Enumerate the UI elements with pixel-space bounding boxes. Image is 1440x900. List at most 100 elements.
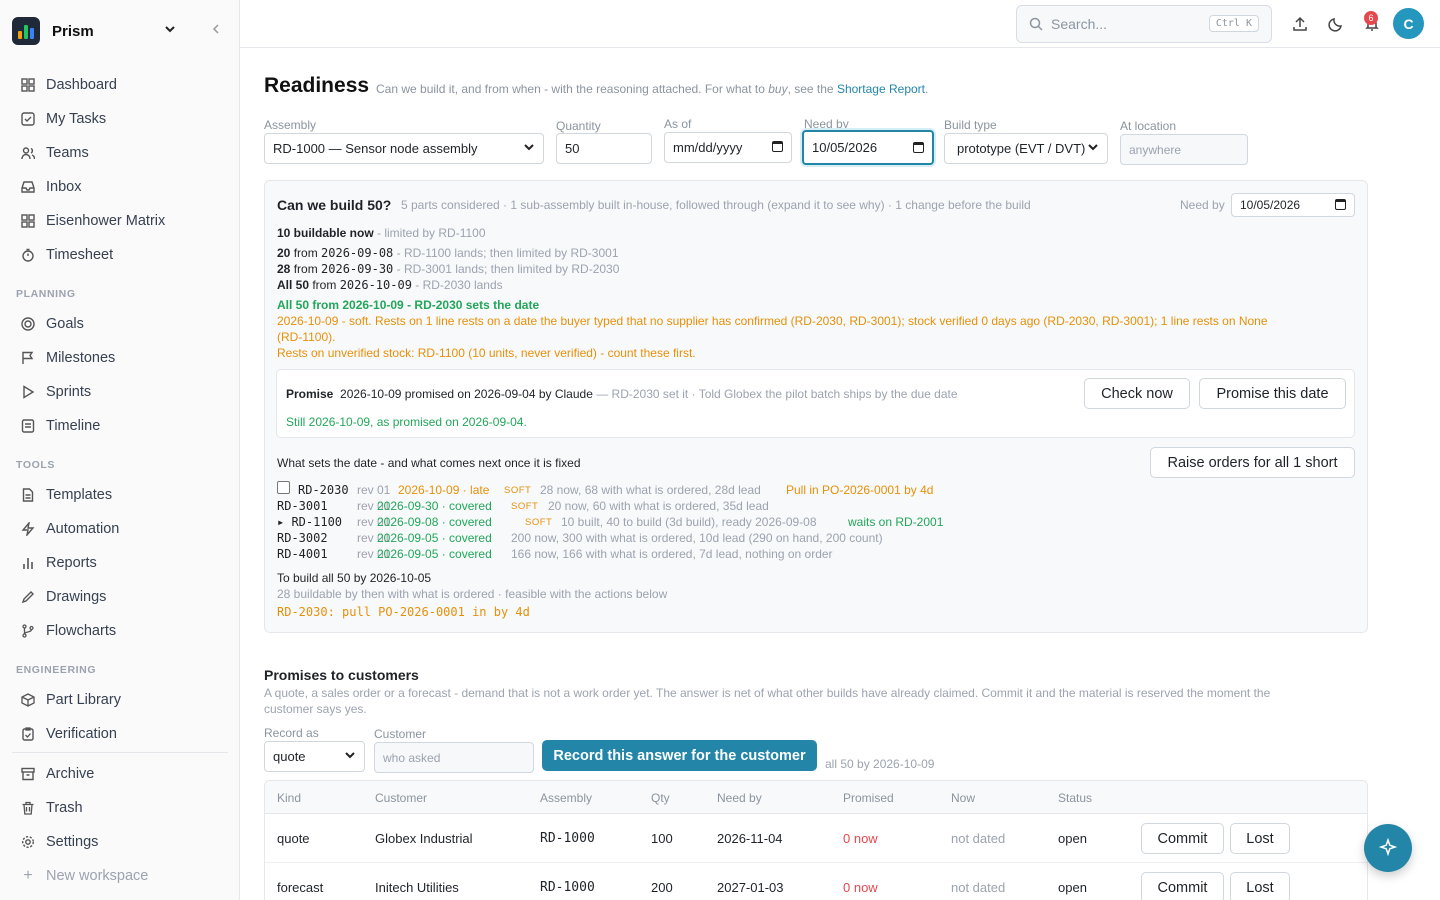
sparkle-assistant-button[interactable] — [1364, 824, 1412, 872]
record-as-select[interactable]: quote — [264, 741, 365, 772]
part-detail: 28 now, 68 with what is ordered, 28d lea… — [540, 483, 761, 497]
lost-button[interactable]: Lost — [1230, 872, 1290, 900]
part-number[interactable]: ▸ RD-1100 — [277, 515, 342, 529]
column-header: Kind — [277, 791, 302, 805]
build-step: 28 from 2026-09-30 - RD-3001 lands; then… — [277, 262, 620, 276]
column-header: Customer — [375, 791, 428, 805]
git-branch-icon — [20, 623, 36, 639]
soft-warning-cont: (RD-1100). — [277, 330, 336, 344]
workspace-switcher[interactable]: Prism — [12, 16, 228, 46]
part-detail: 20 now, 60 with what is ordered, 35d lea… — [548, 499, 769, 513]
raise-orders-button[interactable]: Raise orders for all 1 short — [1150, 447, 1355, 478]
sidebar-item-timeline[interactable]: Timeline — [12, 411, 228, 441]
assembly-select[interactable]: RD-1000 — Sensor node assembly — [264, 133, 544, 164]
plus-icon: + — [23, 867, 33, 884]
package-icon — [20, 692, 36, 708]
sidebar-item-inbox[interactable]: Inbox — [12, 172, 228, 202]
part-rev: rev 01 — [357, 483, 391, 497]
table-cell: RD-1000 — [540, 831, 595, 846]
table-cell: 0 now — [843, 831, 878, 846]
record-as-label: Record as — [264, 726, 319, 740]
commit-button[interactable]: Commit — [1141, 823, 1224, 854]
part-action: waits on RD-2001 — [848, 515, 944, 529]
sidebar-item-drawings[interactable]: Drawings — [12, 582, 228, 612]
location-input[interactable]: anywhere — [1120, 134, 1248, 165]
table-header: Kind Customer Assembly Qty Need by Promised No… — [265, 781, 1367, 814]
sidebar-item-label: Part Library — [46, 692, 121, 708]
sidebar-item-label: Templates — [46, 487, 113, 503]
sidebar-item-part-library[interactable]: Part Library — [12, 685, 228, 715]
part-number[interactable]: RD-2030 — [298, 483, 349, 497]
sidebar-item-templates[interactable]: Templates — [12, 480, 228, 510]
shortage-report-link[interactable]: Shortage Report — [837, 82, 925, 96]
moon-icon[interactable] — [1326, 14, 1346, 34]
upload-icon[interactable] — [1290, 14, 1310, 34]
check-square-icon — [20, 111, 36, 127]
part-checkbox[interactable] — [277, 481, 290, 494]
sidebar-item-timesheet[interactable]: Timesheet — [12, 240, 228, 270]
sidebar-item-flowcharts[interactable]: Flowcharts — [12, 616, 228, 646]
record-answer-button[interactable]: Record this answer for the customer — [542, 740, 817, 771]
sidebar-item-eisenhower-matrix[interactable]: Eisenhower Matrix — [12, 206, 228, 236]
promise-date-button[interactable]: Promise this date — [1199, 378, 1346, 409]
collapse-sidebar-icon[interactable] — [210, 22, 222, 38]
sidebar-item-my-tasks[interactable]: My Tasks — [12, 104, 228, 134]
part-date: 2026-10-09 · late — [398, 483, 490, 497]
calendar-icon — [772, 141, 783, 152]
sidebar-item-reports[interactable]: Reports — [12, 548, 228, 578]
search-icon — [1029, 17, 1043, 31]
unverified-warning: Rests on unverified stock: RD-1100 (10 u… — [277, 346, 696, 360]
table-cell: RD-1000 — [540, 880, 595, 895]
part-number[interactable]: RD-4001 — [277, 547, 328, 561]
sidebar-item-label: Flowcharts — [46, 623, 117, 639]
sidebar-item-trash[interactable]: Trash — [12, 793, 228, 823]
table-row: quote Globex Industrial RD-1000 100 2026-11-… — [265, 814, 1367, 863]
sidebar-item-verification[interactable]: Verification — [12, 719, 228, 749]
play-icon — [20, 384, 36, 400]
sidebar-item-milestones[interactable]: Milestones — [12, 343, 228, 373]
sidebar-item-settings[interactable]: Settings — [12, 827, 228, 857]
avatar[interactable]: C — [1393, 8, 1424, 39]
sidebar-item-dashboard[interactable]: Dashboard — [12, 70, 228, 100]
panel-need-by-input[interactable]: 10/05/2026 — [1231, 193, 1355, 217]
sidebar-item-sprints[interactable]: Sprints — [12, 377, 228, 407]
check-now-button[interactable]: Check now — [1084, 378, 1190, 409]
sidebar-item-goals[interactable]: Goals — [12, 309, 228, 339]
part-date: 2026-09-08 · covered — [377, 515, 492, 529]
part-number[interactable]: RD-3001 — [277, 499, 328, 513]
search-input[interactable]: Search... Ctrl K — [1016, 5, 1272, 43]
location-label: At location — [1120, 119, 1177, 133]
lost-button[interactable]: Lost — [1230, 823, 1290, 854]
chevron-down-icon[interactable] — [164, 23, 176, 38]
sidebar-section-tools: TOOLS — [16, 459, 55, 471]
promises-desc-cont: customer says yes. — [264, 702, 367, 716]
commit-button[interactable]: Commit — [1141, 872, 1224, 900]
chevron-down-icon — [1087, 141, 1099, 156]
list-icon — [20, 418, 36, 434]
sidebar-item-label: My Tasks — [46, 111, 107, 127]
promises-desc: A quote, a sales order or a forecast - d… — [264, 686, 1271, 700]
sidebar-item-label: Inbox — [46, 179, 82, 195]
need-by-date-input[interactable]: 10/05/2026 — [802, 130, 934, 165]
table-cell: Globex Industrial — [375, 831, 473, 846]
quantity-input[interactable]: 50 — [556, 133, 652, 164]
table-cell: 200 — [651, 880, 673, 895]
part-number[interactable]: RD-3002 — [277, 531, 328, 545]
soft-badge: SOFT — [525, 517, 553, 528]
customer-input[interactable]: who asked — [374, 742, 534, 773]
as-of-date-input[interactable]: mm/dd/yyyy — [664, 132, 792, 163]
sidebar-item-automation[interactable]: Automation — [12, 514, 228, 544]
sidebar-item-label: Reports — [46, 555, 97, 571]
table-cell: forecast — [277, 880, 324, 895]
new-workspace-button[interactable]: + New workspace — [12, 861, 228, 891]
grid-icon — [20, 77, 36, 93]
panel-need-by-label: Need by — [1180, 198, 1225, 212]
pen-icon — [20, 589, 36, 605]
build-step: 20 from 2026-09-08 - RD-1100 lands; then… — [277, 246, 619, 260]
sidebar-item-label: Sprints — [46, 384, 92, 400]
sidebar-item-label: Automation — [46, 521, 120, 537]
sidebar-item-archive[interactable]: Archive — [12, 759, 228, 789]
sidebar-item-teams[interactable]: Teams — [12, 138, 228, 168]
grid-icon — [20, 213, 36, 229]
build-type-select[interactable]: prototype (EVT / DVT) — [944, 133, 1108, 164]
